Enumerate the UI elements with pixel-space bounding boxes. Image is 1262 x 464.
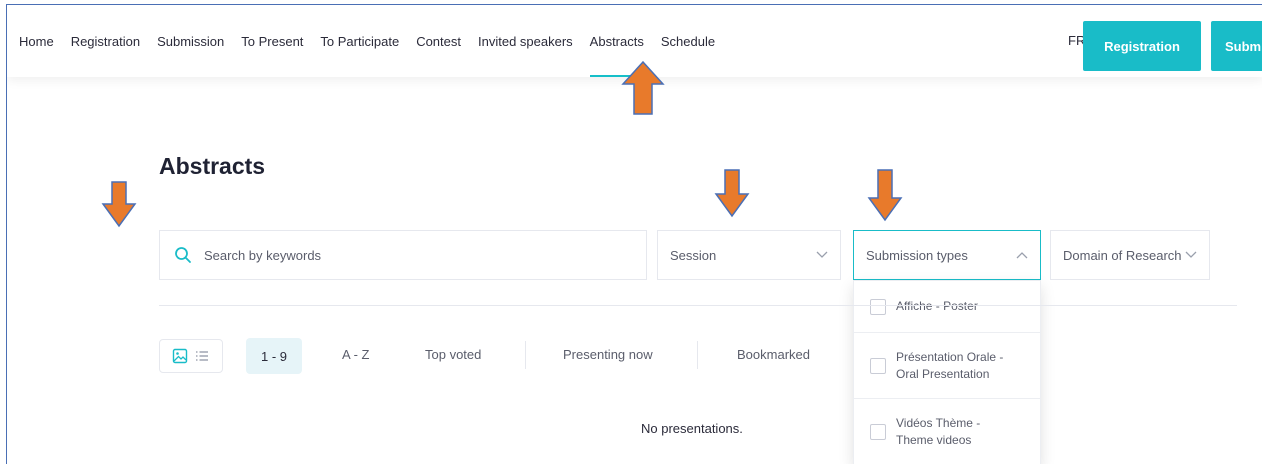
search-input[interactable]: Search by keywords xyxy=(159,230,647,280)
sort-range-1-9[interactable]: 1 - 9 xyxy=(246,338,302,374)
annotation-arrow-down xyxy=(867,169,903,222)
registration-button[interactable]: Registration xyxy=(1083,21,1201,71)
submission-types-dropdown[interactable]: Submission types xyxy=(853,230,1041,280)
nav-submission[interactable]: Submission xyxy=(157,34,224,49)
separator xyxy=(525,341,526,369)
submission-types-menu: Affiche - Poster Présentation Orale - Or… xyxy=(853,280,1041,464)
nav-invited-speakers[interactable]: Invited speakers xyxy=(478,34,573,49)
option-label: Présentation Orale - Oral Presentation xyxy=(896,349,1003,383)
option-label: Affiche - Poster xyxy=(896,298,978,315)
sort-top-voted[interactable]: Top voted xyxy=(425,347,481,362)
option-theme-videos[interactable]: Vidéos Thème - Theme videos xyxy=(854,399,1040,464)
domain-of-research-dropdown[interactable]: Domain of Research xyxy=(1050,230,1210,280)
chevron-down-icon xyxy=(1185,251,1197,258)
nav-to-present[interactable]: To Present xyxy=(241,34,303,49)
option-label-line2: Theme videos xyxy=(896,433,972,447)
option-affiche-poster[interactable]: Affiche - Poster xyxy=(854,281,1040,333)
checkbox[interactable] xyxy=(870,357,886,374)
image-view-icon[interactable] xyxy=(172,348,188,364)
nav-registration[interactable]: Registration xyxy=(71,34,140,49)
session-dropdown[interactable]: Session xyxy=(657,230,841,280)
annotation-arrow-up xyxy=(621,60,665,115)
search-icon xyxy=(175,247,191,263)
search-placeholder: Search by keywords xyxy=(204,247,322,263)
chevron-down-icon xyxy=(816,251,828,258)
chevron-up-icon xyxy=(1016,252,1028,259)
option-oral-presentation[interactable]: Présentation Orale - Oral Presentation xyxy=(854,333,1040,399)
annotation-arrow-down xyxy=(101,181,137,228)
submission-types-label: Submission types xyxy=(866,247,968,263)
option-label: Vidéos Thème - Theme videos xyxy=(896,415,980,449)
page-title: Abstracts xyxy=(159,153,266,179)
checkbox[interactable] xyxy=(870,298,886,315)
nav-contest[interactable]: Contest xyxy=(416,34,461,49)
checkbox[interactable] xyxy=(870,424,886,440)
annotation-arrow-down xyxy=(714,169,750,218)
nav-home[interactable]: Home xyxy=(19,34,54,49)
nav-to-participate[interactable]: To Participate xyxy=(320,34,399,49)
separator xyxy=(697,341,698,369)
option-label-line1: Vidéos Thème - xyxy=(896,416,981,430)
empty-state-message: No presentations. xyxy=(641,421,743,436)
sort-a-z[interactable]: A - Z xyxy=(342,347,369,362)
domain-label: Domain of Research xyxy=(1063,247,1182,263)
option-label-line1: Présentation Orale - xyxy=(896,349,1004,364)
submit-button[interactable]: Subm xyxy=(1211,21,1262,71)
nav-schedule[interactable]: Schedule xyxy=(661,34,715,49)
session-label: Session xyxy=(670,247,717,263)
nav-abstracts[interactable]: Abstracts xyxy=(589,34,645,77)
view-toggle xyxy=(159,339,223,373)
sort-presenting-now[interactable]: Presenting now xyxy=(563,347,653,362)
divider xyxy=(159,305,1237,306)
option-label-line2: Oral Presentation xyxy=(896,366,990,381)
option-label-line1: Affiche - Poster xyxy=(896,299,978,313)
list-view-icon[interactable] xyxy=(194,348,210,364)
sort-bookmarked[interactable]: Bookmarked xyxy=(737,347,810,362)
app-window: Home Registration Submission To Present … xyxy=(6,4,1262,464)
